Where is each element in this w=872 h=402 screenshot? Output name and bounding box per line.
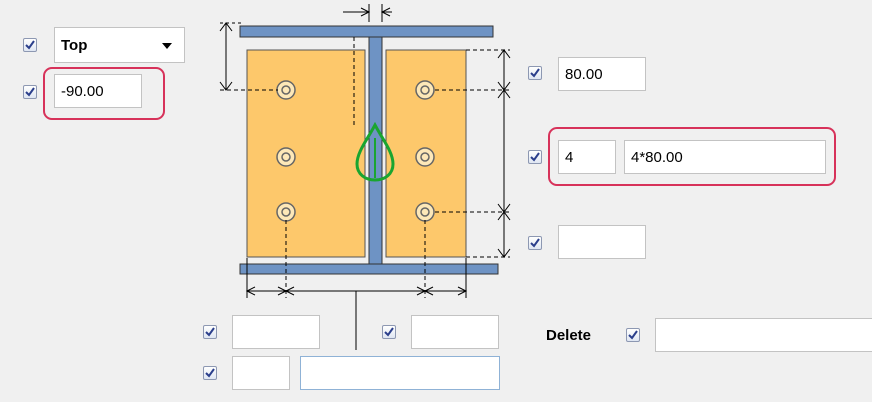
offset-field-value: -90.00 — [61, 82, 104, 100]
right-top-field-value: 80.00 — [565, 65, 603, 83]
delete-checkbox[interactable] — [626, 328, 640, 342]
checkbox-checked-icon — [205, 368, 215, 378]
bottom-small-field[interactable] — [232, 356, 290, 390]
bolt-spacing-field[interactable]: 4*80.00 — [624, 140, 826, 174]
beam-top-flange — [239, 25, 494, 38]
right-bottom-checkbox[interactable] — [528, 236, 542, 250]
position-checkbox[interactable] — [23, 38, 37, 52]
bolt-spacing-checkbox[interactable] — [528, 150, 542, 164]
checkbox-checked-icon — [628, 330, 638, 340]
bottom-left-checkbox[interactable] — [203, 325, 217, 339]
bottom-small-checkbox[interactable] — [203, 366, 217, 380]
checkbox-checked-icon — [530, 152, 540, 162]
bolt-group-dialog: Top -90.00 80.00 4 4*80.00 Delete — [0, 0, 872, 402]
offset-checkbox[interactable] — [23, 85, 37, 99]
position-combo-value: Top — [61, 36, 88, 54]
bottom-right-checkbox[interactable] — [382, 325, 396, 339]
bolt-count-field-value: 4 — [565, 148, 574, 166]
bottom-wide-field[interactable] — [300, 356, 500, 390]
checkbox-checked-icon — [25, 40, 35, 50]
position-combo[interactable]: Top — [54, 27, 185, 63]
bottom-left-field[interactable] — [232, 315, 320, 349]
right-top-checkbox[interactable] — [528, 66, 542, 80]
bottom-right-field[interactable] — [411, 315, 499, 349]
delete-label: Delete — [546, 327, 592, 344]
right-bottom-field[interactable] — [558, 225, 646, 259]
checkbox-checked-icon — [530, 238, 540, 248]
bolt-count-field[interactable]: 4 — [558, 140, 616, 174]
checkbox-checked-icon — [530, 68, 540, 78]
beam-bottom-flange — [239, 263, 499, 275]
dropdown-arrow-icon — [162, 43, 172, 49]
bolt-spacing-field-value: 4*80.00 — [631, 148, 683, 166]
right-top-field[interactable]: 80.00 — [558, 57, 646, 91]
checkbox-checked-icon — [25, 87, 35, 97]
left-plate — [246, 49, 366, 258]
checkbox-checked-icon — [205, 327, 215, 337]
offset-field[interactable]: -90.00 — [54, 74, 142, 108]
checkbox-checked-icon — [384, 327, 394, 337]
delete-field[interactable] — [655, 318, 872, 352]
